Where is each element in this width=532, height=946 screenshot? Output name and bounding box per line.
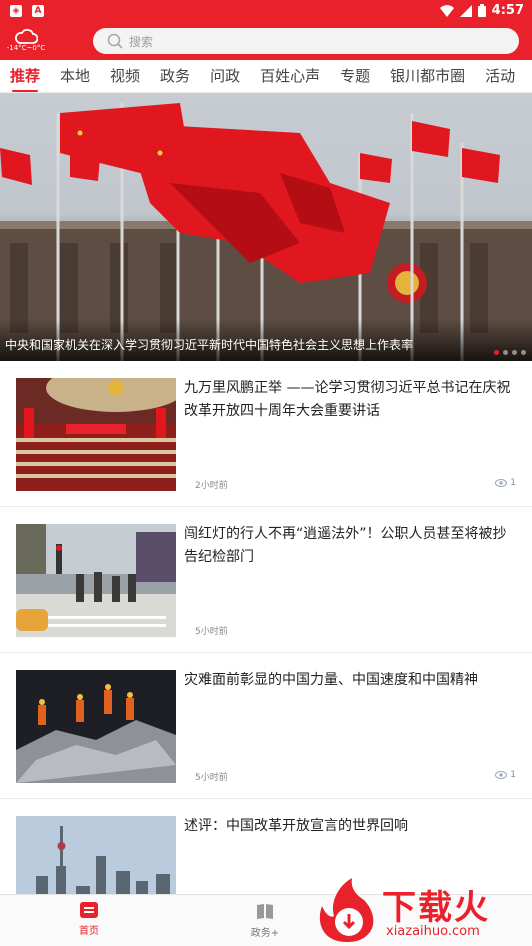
watermark-text: 下载火	[382, 888, 490, 928]
banner-carousel[interactable]: 中央和国家机关在深入学习贯彻习近平新时代中国特色社会主义思想上作表率	[0, 93, 532, 361]
news-time: 2小时前	[195, 481, 228, 491]
weather-widget[interactable]: -14°C~0°C	[4, 28, 48, 58]
tab-local[interactable]: 本地	[50, 60, 100, 92]
category-tabs: 推荐 本地 视频 政务 问政 百姓心声 专题 银川都市圈 活动	[0, 60, 532, 93]
watermark-logo: 下载火 xiazaihuo.com	[312, 876, 530, 944]
news-thumbnail	[16, 670, 176, 783]
tab-events[interactable]: 活动	[475, 60, 525, 92]
home-icon	[80, 902, 98, 918]
tab-topics[interactable]: 专题	[330, 60, 380, 92]
news-title: 灾难面前彰显的中国力量、中国速度和中国精神	[184, 672, 478, 688]
tab-recommend[interactable]: 推荐	[0, 60, 50, 92]
cloud-icon	[15, 28, 38, 44]
banner-caption: 中央和国家机关在深入学习贯彻习近平新时代中国特色社会主义思想上作表率	[5, 338, 414, 352]
flame-logo-icon	[319, 878, 374, 942]
tab-government[interactable]: 政务	[150, 60, 200, 92]
status-time: 4:57	[491, 3, 524, 18]
news-view-count: 1	[510, 478, 516, 488]
news-thumbnail	[16, 524, 176, 637]
wifi-icon	[439, 4, 454, 17]
news-list: 九万里风鹏正举 ——论学习贯彻习近平总书记在庆祝改革开放四十周年大会重要讲话 2…	[0, 361, 532, 945]
battery-icon	[477, 4, 486, 17]
news-views: 1	[495, 770, 516, 780]
news-time: 5小时前	[195, 627, 228, 637]
nav-home-label: 首页	[79, 926, 99, 937]
carousel-indicator	[494, 350, 526, 355]
carousel-dot[interactable]	[503, 350, 508, 355]
news-item[interactable]: 九万里风鹏正举 ——论学习贯彻习近平总书记在庆祝改革开放四十周年大会重要讲话 2…	[0, 361, 532, 507]
watermark-url: xiazaihuo.com	[386, 924, 480, 939]
signal-icon	[459, 4, 472, 17]
news-item[interactable]: 灾难面前彰显的中国力量、中国速度和中国精神 5小时前 1	[0, 653, 532, 799]
status-bar: ◈ A 4:57	[0, 0, 532, 24]
nav-government-plus[interactable]: 政务+	[235, 902, 295, 939]
app-header: ◈ A 4:57 -14°C~0°C 搜索	[0, 0, 532, 60]
news-title: 九万里风鹏正举 ——论学习贯彻习近平总书记在庆祝改革开放四十周年大会重要讲话	[184, 380, 511, 419]
carousel-dot[interactable]	[512, 350, 517, 355]
book-icon	[257, 904, 273, 919]
search-bar[interactable]: 搜索	[93, 28, 519, 54]
search-icon	[107, 33, 123, 49]
tab-video[interactable]: 视频	[100, 60, 150, 92]
app-notification-icon: A	[32, 5, 44, 17]
eye-icon	[495, 771, 508, 779]
carousel-dot[interactable]	[521, 350, 526, 355]
tab-public-voice[interactable]: 百姓心声	[250, 60, 330, 92]
nav-government-label: 政务+	[250, 928, 280, 939]
news-title: 述评：中国改革开放宣言的世界回响	[184, 818, 408, 834]
carousel-dot[interactable]	[494, 350, 499, 355]
news-title: 闯红灯的行人不再“逍遥法外”！公职人员甚至将被抄告纪检部门	[184, 526, 507, 565]
news-thumbnail	[16, 378, 176, 491]
search-placeholder: 搜索	[129, 34, 154, 49]
news-item[interactable]: 闯红灯的行人不再“逍遥法外”！公职人员甚至将被抄告纪检部门 5小时前	[0, 507, 532, 653]
tab-yinchuan-metro[interactable]: 银川都市圈	[380, 60, 475, 92]
news-view-count: 1	[510, 770, 516, 780]
news-views: 1	[495, 478, 516, 488]
tab-inquiry[interactable]: 问政	[200, 60, 250, 92]
news-time: 5小时前	[195, 773, 228, 783]
nav-home[interactable]: 首页	[59, 902, 119, 937]
weather-temperature: -14°C~0°C	[6, 44, 46, 52]
eye-icon	[495, 479, 508, 487]
shield-notification-icon: ◈	[10, 5, 22, 17]
